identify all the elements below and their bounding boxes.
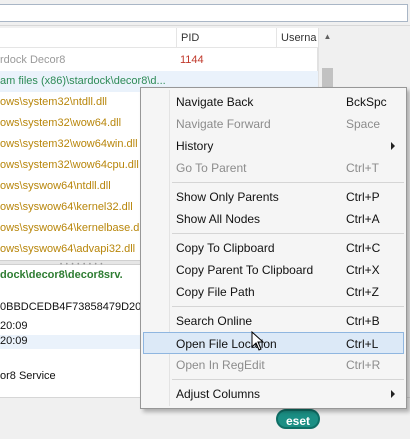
tree-row-pid: 1144 [180, 54, 204, 66]
menu-item-navigate-back[interactable]: Navigate Back BckSpc [143, 91, 404, 113]
menu-item-label: Open In RegEdit [176, 358, 265, 372]
menu-item-label: Go To Parent [176, 161, 247, 175]
submenu-arrow-icon [391, 142, 395, 150]
menu-item-navigate-forward[interactable]: Navigate Forward Space [143, 113, 404, 135]
menu-item-shortcut: Ctrl+X [346, 263, 380, 277]
menu-item-show-only-parents[interactable]: Show Only Parents Ctrl+P [143, 186, 404, 208]
toolbar-strip [0, 0, 410, 26]
tree-row-name: ows\syswow64\kernel32.dll [0, 201, 133, 213]
menu-item-copy-to-clipboard[interactable]: Copy To Clipboard Ctrl+C [143, 237, 404, 259]
tree-row[interactable]: rdock Decor8 1144 [0, 50, 318, 71]
menu-item-label: Show Only Parents [176, 190, 279, 204]
menu-item-open-file-location[interactable]: Open File Location Ctrl+L [143, 332, 404, 354]
detail-time-2: 20:09 [0, 335, 140, 349]
menu-item-shortcut: Ctrl+A [346, 212, 380, 226]
menu-item-adjust-columns[interactable]: Adjust Columns [143, 383, 404, 405]
detail-hash: 0BBDCEDB4F73858479D204 [0, 301, 148, 313]
menu-item-label: Copy To Clipboard [176, 241, 275, 255]
menu-item-shortcut: Ctrl+T [346, 161, 379, 175]
menu-separator [172, 306, 404, 307]
menu-item-shortcut: Space [346, 117, 381, 131]
detail-service: or8 Service [0, 370, 56, 382]
menu-item-shortcut: Ctrl+B [346, 314, 380, 328]
context-menu: Navigate Back BckSpc Navigate Forward Sp… [140, 87, 407, 409]
menu-item-copy-parent-to-clipboard[interactable]: Copy Parent To Clipboard Ctrl+X [143, 259, 404, 281]
tree-row-name: ows\syswow64\advapi32.dll [0, 243, 136, 255]
menu-item-copy-file-path[interactable]: Copy File Path Ctrl+Z [143, 281, 404, 303]
menu-item-label: Adjust Columns [176, 387, 261, 401]
menu-item-shortcut: Ctrl+Z [346, 285, 379, 299]
menu-item-shortcut: Ctrl+R [346, 358, 381, 372]
menu-separator [172, 233, 404, 234]
menu-item-shortcut: Ctrl+L [346, 337, 379, 351]
tree-row-name: ows\system32\wow64win.dll [0, 138, 138, 150]
mouse-cursor-icon [251, 331, 265, 351]
menu-item-open-in-regedit[interactable]: Open In RegEdit Ctrl+R [143, 354, 404, 376]
column-header: PID Userna [0, 28, 318, 48]
menu-item-show-all-nodes[interactable]: Show All Nodes Ctrl+A [143, 208, 404, 230]
tree-row-name: ows\syswow64\kernelbase.dll [0, 222, 145, 234]
menu-item-shortcut: Ctrl+P [346, 190, 380, 204]
menu-item-label: Copy File Path [176, 285, 255, 299]
filter-input[interactable] [0, 4, 408, 22]
tree-row-name: rdock Decor8 [0, 54, 66, 66]
tree-row-name: ows\syswow64\ntdll.dll [0, 180, 111, 192]
submenu-arrow-icon [391, 390, 395, 398]
menu-item-shortcut: Ctrl+C [346, 241, 381, 255]
detail-title: dock\decor8\decor8srv. [0, 269, 123, 281]
menu-item-history[interactable]: History [143, 135, 404, 157]
menu-item-shortcut: BckSpc [346, 95, 387, 109]
eset-logo: eset [276, 409, 320, 429]
column-pid[interactable]: PID [176, 28, 199, 48]
tree-row-name: ows\system32\wow64cpu.dll [0, 159, 139, 171]
menu-separator [172, 379, 404, 380]
menu-item-search-online[interactable]: Search Online Ctrl+B [143, 310, 404, 332]
menu-separator [172, 182, 404, 183]
menu-item-go-to-parent[interactable]: Go To Parent Ctrl+T [143, 157, 404, 179]
scroll-up-arrow-icon[interactable]: ▲ [319, 28, 336, 45]
menu-item-label: Search Online [176, 314, 253, 328]
menu-item-label: History [176, 139, 214, 153]
column-user[interactable]: Userna [276, 28, 316, 48]
menu-item-label: Navigate Forward [176, 117, 271, 131]
tree-row-name: ows\system32\ntdll.dll [0, 96, 107, 108]
menu-item-label: Navigate Back [176, 95, 254, 109]
tree-row-name: ows\system32\wow64.dll [0, 117, 122, 129]
menu-item-label: Copy Parent To Clipboard [176, 263, 314, 277]
menu-item-label: Show All Nodes [176, 212, 261, 226]
detail-time-1: 20:09 [0, 320, 28, 332]
